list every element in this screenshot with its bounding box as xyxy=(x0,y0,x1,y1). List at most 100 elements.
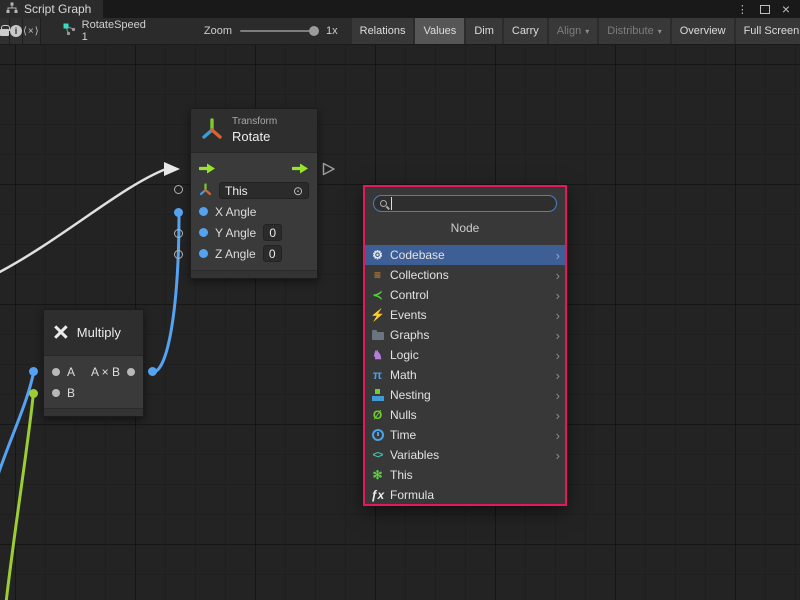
z-angle-port-icon[interactable] xyxy=(199,249,208,258)
a-port-row: A A × B xyxy=(44,361,143,382)
toolbar-button-dim[interactable]: Dim xyxy=(466,18,502,45)
a-port-icon[interactable] xyxy=(52,368,60,376)
finder-item-label: Control xyxy=(390,288,429,302)
zoom-slider[interactable] xyxy=(240,30,318,32)
y-angle-port-icon[interactable] xyxy=(199,228,208,237)
finder-header: Node xyxy=(365,212,565,245)
chevron-right-icon: › xyxy=(556,349,560,362)
flow-in-connected-port[interactable] xyxy=(164,162,181,176)
zoom-slider-handle[interactable] xyxy=(309,26,319,36)
finder-item-label: Variables xyxy=(390,448,439,462)
close-icon[interactable]: × xyxy=(782,4,790,14)
chevron-right-icon: › xyxy=(556,309,560,322)
node-transform-rotate[interactable]: Transform Rotate xyxy=(190,108,318,279)
multiply-out-port-outer[interactable] xyxy=(148,367,157,376)
search-box[interactable] xyxy=(373,195,557,212)
script-graph-icon xyxy=(6,2,18,17)
multiply-a-port-outer[interactable] xyxy=(29,367,38,376)
node-header[interactable]: Transform Rotate xyxy=(191,109,317,153)
lock-icon xyxy=(0,29,9,36)
finder-item-collections[interactable]: ≡Collections› xyxy=(365,265,565,285)
b-port-icon[interactable] xyxy=(52,389,60,397)
a-label: A xyxy=(67,365,75,379)
pi-icon: π xyxy=(370,368,385,382)
finder-item-this[interactable]: ✻This xyxy=(365,465,565,485)
toolbar-button-carry[interactable]: Carry xyxy=(504,18,547,45)
flow-in-icon[interactable] xyxy=(199,163,216,177)
null-sign-icon: Ø xyxy=(370,408,385,422)
z-angle-label: Z Angle xyxy=(215,247,256,261)
z-angle-input[interactable]: 0 xyxy=(263,245,282,262)
search-input[interactable] xyxy=(391,197,550,210)
branch-icon: ≺ xyxy=(370,288,385,302)
x-angle-port-outer[interactable] xyxy=(174,208,183,217)
finder-item-label: Nesting xyxy=(390,388,431,402)
this-field-value: This xyxy=(225,184,248,198)
x-angle-port-icon[interactable] xyxy=(199,207,208,216)
flow-port-row xyxy=(191,159,317,180)
finder-item-label: Formula xyxy=(390,488,434,502)
finder-list: ⚙Codebase›≡Collections›≺Control›⚡Events›… xyxy=(365,245,565,505)
breadcrumb-label: RotateSpeed 1 xyxy=(82,19,146,43)
wire-to-multiply-b[interactable] xyxy=(6,397,33,600)
finder-item-math[interactable]: πMath› xyxy=(365,365,565,385)
toolbar-button-overview[interactable]: Overview xyxy=(672,18,734,45)
z-angle-port-outer[interactable] xyxy=(174,250,183,259)
button-label: Carry xyxy=(512,25,539,37)
finder-item-formula[interactable]: ƒxFormula xyxy=(365,485,565,505)
z-angle-port-row: Z Angle 0 xyxy=(191,243,317,264)
node-header[interactable]: × Multiply xyxy=(44,310,143,356)
list-icon: ≡ xyxy=(370,268,385,282)
chevron-right-icon: › xyxy=(556,449,560,462)
finder-item-nesting[interactable]: Nesting› xyxy=(365,385,565,405)
node-footer xyxy=(191,270,317,278)
finder-item-label: Graphs xyxy=(390,328,429,342)
finder-item-label: Time xyxy=(390,428,416,442)
finder-item-events[interactable]: ⚡Events› xyxy=(365,305,565,325)
finder-item-graphs[interactable]: Graphs › xyxy=(365,325,565,345)
object-picker-icon[interactable]: ⊙ xyxy=(293,184,303,198)
zoom-label: Zoom xyxy=(204,25,232,37)
finder-item-codebase[interactable]: ⚙Codebase› xyxy=(365,245,565,265)
node-footer xyxy=(44,408,143,416)
this-port-outer[interactable] xyxy=(174,185,183,194)
x-angle-label: X Angle xyxy=(215,205,256,219)
flow-out-icon[interactable] xyxy=(292,163,309,177)
tab-script-graph[interactable]: Script Graph xyxy=(0,0,103,18)
finder-item-control[interactable]: ≺Control› xyxy=(365,285,565,305)
graph-node-icon xyxy=(63,23,76,39)
x-angle-port-row: X Angle xyxy=(191,201,317,222)
transform-icon xyxy=(200,117,224,144)
menu-dots-icon[interactable]: ⋮ xyxy=(737,3,748,16)
code-button[interactable]: ⟨×⟩ xyxy=(23,18,41,45)
toolbar-button-distribute: Distribute▾ xyxy=(599,18,669,45)
finder-item-label: Collections xyxy=(390,268,449,282)
graph-canvas[interactable]: Transform Rotate xyxy=(0,45,800,600)
chevron-right-icon: › xyxy=(556,329,560,342)
angle-brackets-icon: <> xyxy=(370,450,385,461)
flow-out-empty-port[interactable] xyxy=(322,162,336,176)
b-port-row: B xyxy=(44,382,143,403)
toolbar-button-full-screen[interactable]: Full Screen xyxy=(736,18,800,45)
button-label: Overview xyxy=(680,25,726,37)
finder-item-label: Logic xyxy=(390,348,419,362)
this-object-field[interactable]: This ⊙ xyxy=(219,182,309,199)
maximize-icon[interactable] xyxy=(760,5,770,14)
toolbar-buttons: RelationsValuesDimCarryAlign▾Distribute▾… xyxy=(352,18,800,45)
output-port-icon[interactable] xyxy=(127,368,135,376)
graph-breadcrumb[interactable]: RotateSpeed 1 xyxy=(63,19,146,43)
info-button[interactable] xyxy=(10,18,23,45)
toolbar-button-values[interactable]: Values xyxy=(415,18,464,45)
finder-item-nulls[interactable]: ØNulls› xyxy=(365,405,565,425)
toolbar-button-relations[interactable]: Relations xyxy=(352,18,414,45)
multiply-b-port-outer[interactable] xyxy=(29,389,38,398)
finder-item-variables[interactable]: <> Variables › xyxy=(365,445,565,465)
finder-item-time[interactable]: Time› xyxy=(365,425,565,445)
node-multiply[interactable]: × Multiply A A × B B xyxy=(43,309,144,417)
wire-flow-white[interactable] xyxy=(0,169,166,275)
finder-item-logic[interactable]: ♞Logic› xyxy=(365,345,565,365)
y-angle-port-outer[interactable] xyxy=(174,229,183,238)
y-angle-input[interactable]: 0 xyxy=(263,224,282,241)
finder-item-label: Math xyxy=(390,368,417,382)
lock-button[interactable] xyxy=(0,18,10,45)
